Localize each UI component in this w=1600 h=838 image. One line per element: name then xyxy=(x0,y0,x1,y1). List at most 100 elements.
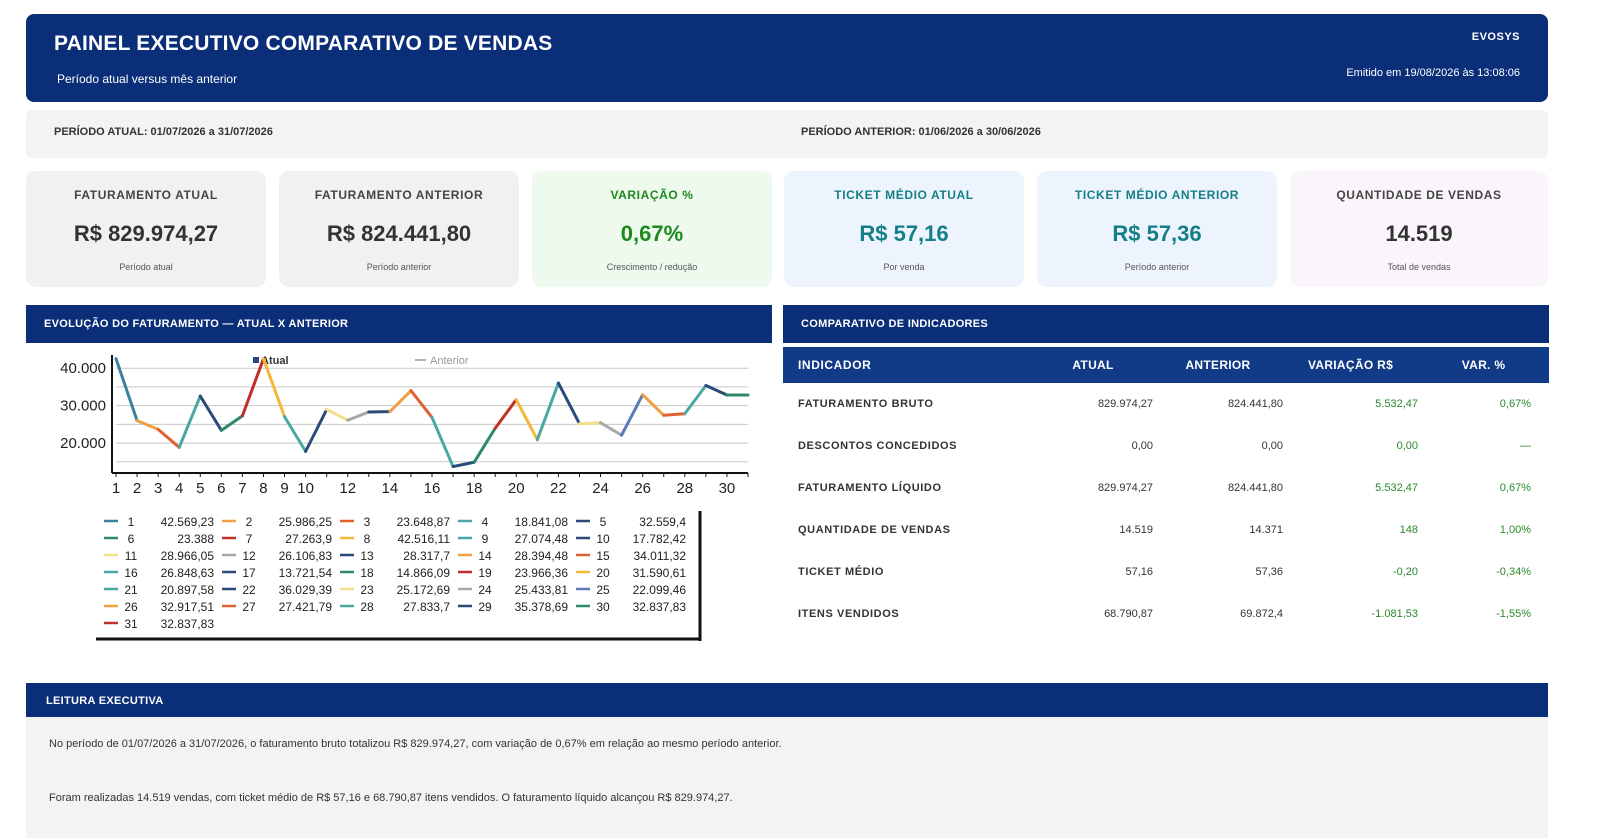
legend-value: 18.841,08 xyxy=(515,515,569,529)
revenue-chart: 40.000 30.000 20.000 1 2 3 4 5 6 7 8 9 10 12 14 16 18 20 2… xyxy=(26,343,772,648)
series-segment xyxy=(472,426,497,464)
legend-day: 30 xyxy=(596,600,610,614)
x-tick-label: 12 xyxy=(339,480,356,497)
legend-day: 3 xyxy=(364,515,371,529)
series-segment xyxy=(304,408,329,453)
legend-day: 11 xyxy=(125,549,138,563)
legend-day: 7 xyxy=(246,532,253,546)
indicator-variation-pct: 0,67% xyxy=(1499,398,1531,410)
indicator-name: DESCONTOS CONCEDIDOS xyxy=(798,440,958,452)
legend-day: 12 xyxy=(242,549,256,563)
x-tick-label: 8 xyxy=(259,480,267,497)
kpi-label: FATURAMENTO ANTERIOR xyxy=(314,188,484,202)
kpi-card-ticket-atual: TICKET MÉDIO ATUAL R$ 57,16 Por venda xyxy=(784,171,1024,287)
indicator-variation-pct: — xyxy=(1520,440,1531,452)
legend-value: 23.388 xyxy=(177,532,214,546)
kpi-value: R$ 57,16 xyxy=(859,221,949,246)
legend-day: 25 xyxy=(596,583,610,597)
x-tick-label: 9 xyxy=(280,480,288,497)
legend-day: 13 xyxy=(360,549,374,563)
indicator-name: ITENS VENDIDOS xyxy=(798,608,900,620)
series-segment xyxy=(198,394,223,432)
legend-value: 13.721,54 xyxy=(279,566,333,580)
revenue-chart-svg: 40.00030.00020.0001 2 3 4 5 6 7 8 9 10 12 14 16 18 20 2… xyxy=(60,355,750,641)
column-header-variacao: VARIAÇÃO R$ xyxy=(1283,347,1418,383)
y-tick-label: 40.000 xyxy=(60,360,106,377)
series-segment xyxy=(177,394,202,449)
indicator-current: 57,16 xyxy=(1125,566,1153,578)
kpi-note: Período anterior xyxy=(1124,262,1190,272)
chart-section-header: EVOLUÇÃO DO FATURAMENTO — ATUAL X ANTERI… xyxy=(26,305,772,343)
previous-period: PERÍODO ANTERIOR: 01/06/2026 a 30/06/202… xyxy=(801,126,1041,138)
kpi-value: R$ 57,36 xyxy=(1112,221,1202,246)
legend-value: 27.263,9 xyxy=(285,532,332,546)
emitted-timestamp: Emitido em 19/08/2026 às 13:08:06 xyxy=(1346,67,1520,79)
kpi-label: FATURAMENTO ATUAL xyxy=(74,188,218,202)
indicator-variation: -0,20 xyxy=(1392,566,1418,578)
legend-anterior-label: Anterior xyxy=(430,355,469,367)
legend-day: 17 xyxy=(242,566,256,580)
indicator-variation: 5.532,47 xyxy=(1375,482,1418,494)
x-tick-label: 14 xyxy=(382,480,399,497)
kpi-note: Total de vendas xyxy=(1387,262,1451,272)
legend-value: 31.590,61 xyxy=(633,566,687,580)
legend-day: 4 xyxy=(482,515,489,529)
legend-value: 25.433,81 xyxy=(515,583,569,597)
legend-value: 26.106,83 xyxy=(279,549,333,563)
series-segment xyxy=(156,427,181,449)
indicator-variation: 148 xyxy=(1399,524,1418,536)
series-segment xyxy=(556,381,581,426)
indicator-variation-pct: 1,00% xyxy=(1499,524,1531,536)
legend-day: 9 xyxy=(482,532,489,546)
period-bar: PERÍODO ATUAL: 01/07/2026 a 31/07/2026 P… xyxy=(26,110,1548,158)
indicator-current: 829.974,27 xyxy=(1097,398,1153,410)
legend-value: 32.837,83 xyxy=(161,617,215,631)
chart-section-title: EVOLUÇÃO DO FATURAMENTO — ATUAL X ANTERI… xyxy=(44,318,349,330)
column-header-indicador: INDICADOR xyxy=(783,347,1033,383)
legend-value: 27.833,7 xyxy=(403,600,450,614)
legend-day: 1 xyxy=(128,515,135,529)
legend-value: 27.074,48 xyxy=(515,532,569,546)
series-segment xyxy=(409,389,434,419)
legend-day: 2 xyxy=(246,515,253,529)
indicator-variation: 0,00 xyxy=(1396,440,1418,452)
reading-section-title: LEITURA EXECUTIVA xyxy=(46,695,164,707)
legend-value: 14.866,09 xyxy=(397,566,451,580)
reading-paragraph: Foram realizadas 14.519 vendas, com tick… xyxy=(49,792,733,804)
x-tick-label: 22 xyxy=(550,480,567,497)
indicator-name: TICKET MÉDIO xyxy=(798,566,885,578)
x-tick-label: 24 xyxy=(592,480,609,497)
indicator-previous: 69.872,4 xyxy=(1240,608,1283,620)
indicator-previous: 57,36 xyxy=(1255,566,1283,578)
kpi-card-faturamento-anterior: FATURAMENTO ANTERIOR R$ 824.441,80 Perío… xyxy=(279,171,519,287)
indicator-variation: 5.532,47 xyxy=(1375,398,1418,410)
legend-value: 42.569,23 xyxy=(161,515,215,529)
indicator-variation: -1.081,53 xyxy=(1371,608,1418,620)
indicators-table: INDICADOR ATUAL ANTERIOR VARIAÇÃO R$ VAR… xyxy=(783,347,1549,635)
indicator-previous: 0,00 xyxy=(1261,440,1283,452)
legend-day: 16 xyxy=(124,566,138,580)
current-period: PERÍODO ATUAL: 01/07/2026 a 31/07/2026 xyxy=(54,126,273,138)
indicator-variation-pct: 0,67% xyxy=(1499,482,1531,494)
indicator-previous: 14.371 xyxy=(1249,524,1283,536)
x-tick-label: 2 xyxy=(133,480,141,497)
table-row: DESCONTOS CONCEDIDOS 0,00 0,00 0,00 — xyxy=(783,425,1549,467)
legend-day: 27 xyxy=(242,600,256,614)
table-row: FATURAMENTO BRUTO 829.974,27 824.441,80 … xyxy=(783,383,1549,425)
x-tick-label: 30 xyxy=(719,480,736,497)
kpi-value: R$ 824.441,80 xyxy=(326,221,472,246)
legend-day: 29 xyxy=(478,600,492,614)
legend-value: 35.378,69 xyxy=(515,600,569,614)
legend-day: 23 xyxy=(360,583,374,597)
legend-value: 28.317,7 xyxy=(403,549,450,563)
page-subtitle: Período atual versus mês anterior xyxy=(57,72,238,86)
series-segment xyxy=(577,421,603,426)
legend-value: 22.099,46 xyxy=(633,583,687,597)
legend-day: 28 xyxy=(360,600,374,614)
legend-value: 20.897,58 xyxy=(161,583,215,597)
column-header-anterior: ANTERIOR xyxy=(1153,347,1283,383)
series-segment xyxy=(662,412,687,417)
x-tick-label: 18 xyxy=(466,480,483,497)
legend-value: 23.648,87 xyxy=(397,515,451,529)
legend-value: 25.172,69 xyxy=(397,583,451,597)
